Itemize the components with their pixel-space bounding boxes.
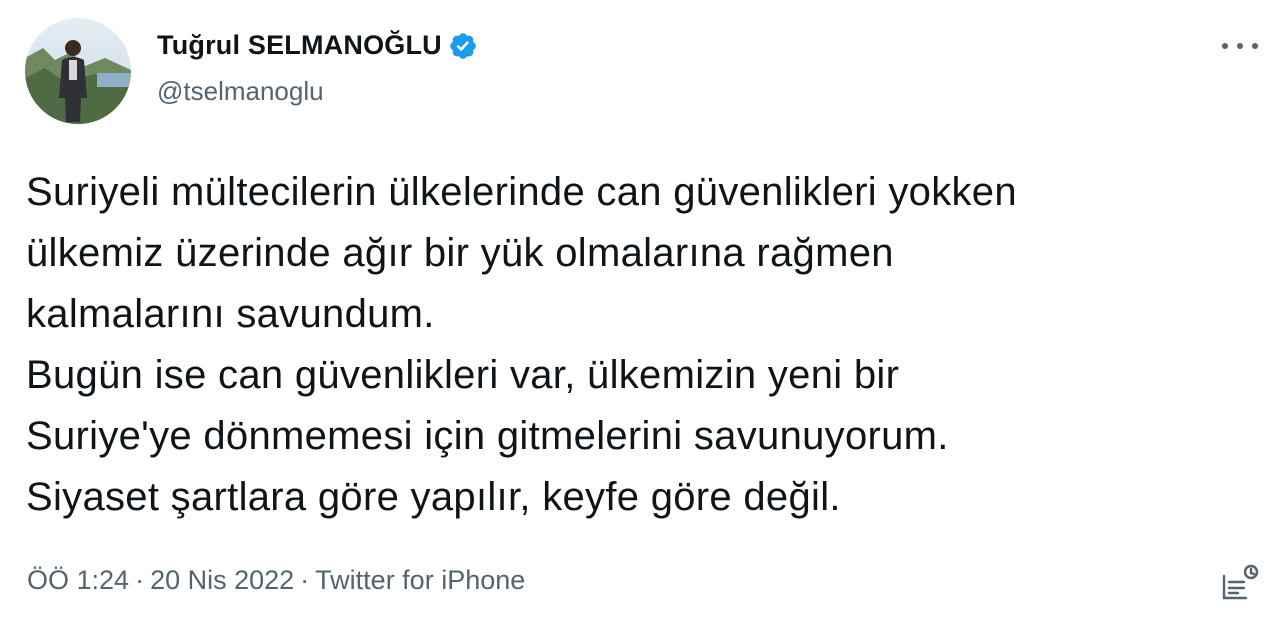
tweet-text-line: Bugün ise can güvenlikleri var, ülkemizi… <box>26 353 900 397</box>
tweet-text-line: Siyaset şartlara göre yapılır, keyfe gör… <box>26 475 841 519</box>
tweet-time[interactable]: ÖÖ 1:24 <box>27 565 129 595</box>
avatar[interactable] <box>25 18 131 124</box>
tweet-source[interactable]: Twitter for iPhone <box>315 565 525 595</box>
more-dot <box>1222 43 1228 49</box>
author-display-name[interactable]: Tuğrul SELMANOĞLU <box>157 30 442 61</box>
author-name-row: Tuğrul SELMANOĞLU <box>157 30 478 61</box>
tweet-text: Suriyeli mültecilerin ülkelerinde can gü… <box>26 162 1266 528</box>
tweet-text-line: kalmalarını savundum. <box>26 292 435 336</box>
meta-separator: · <box>135 565 145 595</box>
tweet-text-line: ülkemiz üzerinde ağır bir yük olmalarına… <box>26 231 894 275</box>
tweet-text-line: Suriye'ye dönmemesi için gitmelerini sav… <box>26 414 949 458</box>
author-handle[interactable]: @tselmanoglu <box>157 76 324 107</box>
more-dot <box>1252 43 1258 49</box>
more-dot <box>1237 43 1243 49</box>
tweet-card: Tuğrul SELMANOĞLU @tselmanoglu Suriyeli … <box>0 0 1280 629</box>
tweet-date[interactable]: 20 Nis 2022 <box>150 565 294 595</box>
more-options-icon[interactable] <box>1222 34 1258 58</box>
meta-separator: · <box>300 565 310 595</box>
profile-photo-icon <box>25 18 131 124</box>
tweet-text-line: Suriyeli mültecilerin ülkelerinde can gü… <box>26 170 1017 214</box>
tweet-meta: ÖÖ 1:24 · 20 Nis 2022 · Twitter for iPhone <box>27 565 525 596</box>
analytics-icon[interactable] <box>1218 562 1262 602</box>
verified-badge-icon <box>450 32 476 59</box>
